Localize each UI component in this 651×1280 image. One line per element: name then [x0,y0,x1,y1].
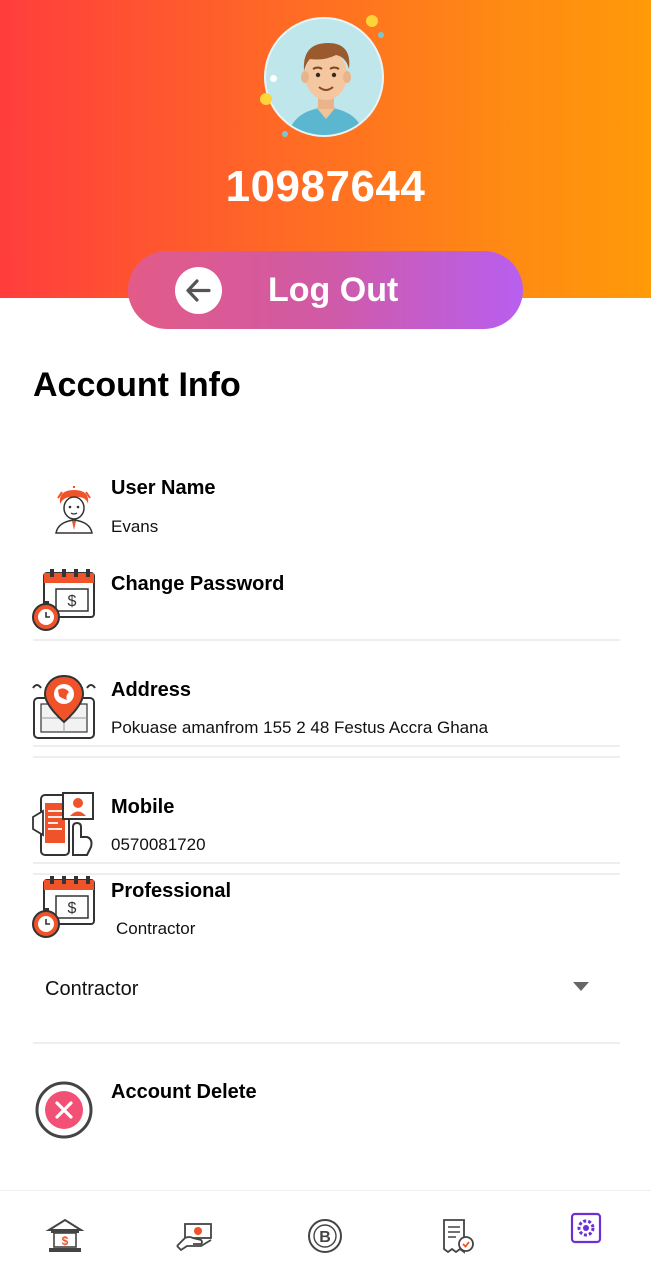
user-name-row[interactable]: User Name Evans [0,470,651,540]
avatar-image [264,17,384,137]
delete-icon [34,1080,94,1145]
profile-screen: 10987644 Log Out Account Info User Name … [0,0,651,1280]
change-password-label: Change Password [111,573,285,595]
professional-dropdown[interactable]: Contractor [33,960,620,1016]
address-row[interactable]: Address Pokuase amanfrom 155 2 48 Festus… [0,670,651,746]
divider [33,745,620,747]
svg-text:B: B [319,1229,331,1246]
back-arrow-icon [175,267,222,314]
user-icon [52,486,96,539]
professional-label: Professional [111,880,232,902]
receipt-icon[interactable] [436,1216,476,1256]
address-label: Address [111,679,192,701]
user-id: 10987644 [225,162,426,211]
mobile-phone-icon [31,789,97,862]
bottom-navigation: $ B [0,1190,651,1280]
account-delete-label: Account Delete [111,1081,257,1103]
bitcoin-icon[interactable]: B [305,1216,345,1256]
svg-text:$: $ [68,900,77,917]
divider [33,1042,620,1044]
account-delete-row[interactable]: Account Delete [0,1075,651,1145]
sparkle-dot [270,75,277,82]
account-info-title: Account Info [33,366,241,404]
logout-button[interactable]: Log Out [128,251,523,329]
sparkle-dot [378,32,384,38]
calendar-payment-icon: $ [30,874,98,947]
change-password-row[interactable]: $ Change Password [0,565,651,635]
avatar[interactable] [260,15,384,137]
address-value: Pokuase amanfrom 155 2 48 Festus Accra G… [111,718,489,737]
professional-value: Contractor [116,919,196,938]
calendar-payment-icon: $ [30,567,98,640]
sparkle-dot [282,131,288,137]
professional-dropdown-value: Contractor [45,978,139,1000]
money-transfer-icon[interactable] [175,1216,215,1256]
settings-icon[interactable] [566,1208,606,1248]
bank-icon[interactable]: $ [45,1216,85,1256]
user-name-label: User Name [111,477,216,499]
mobile-row[interactable]: Mobile 0570081720 [0,787,651,863]
svg-text:$: $ [68,593,77,610]
caret-down-icon [573,982,589,991]
sparkle-dot [260,93,272,105]
professional-row[interactable]: $ Professional Contractor [0,872,651,948]
divider [33,756,620,758]
user-name-value: Evans [111,517,159,536]
logout-label: Log Out [268,271,399,309]
mobile-label: Mobile [111,796,175,818]
divider [33,639,620,641]
svg-text:$: $ [62,1234,69,1248]
divider [33,862,620,864]
location-pin-icon [31,672,97,745]
man-avatar-icon [288,43,364,135]
mobile-value: 0570081720 [111,835,206,854]
sparkle-dot [366,15,378,27]
